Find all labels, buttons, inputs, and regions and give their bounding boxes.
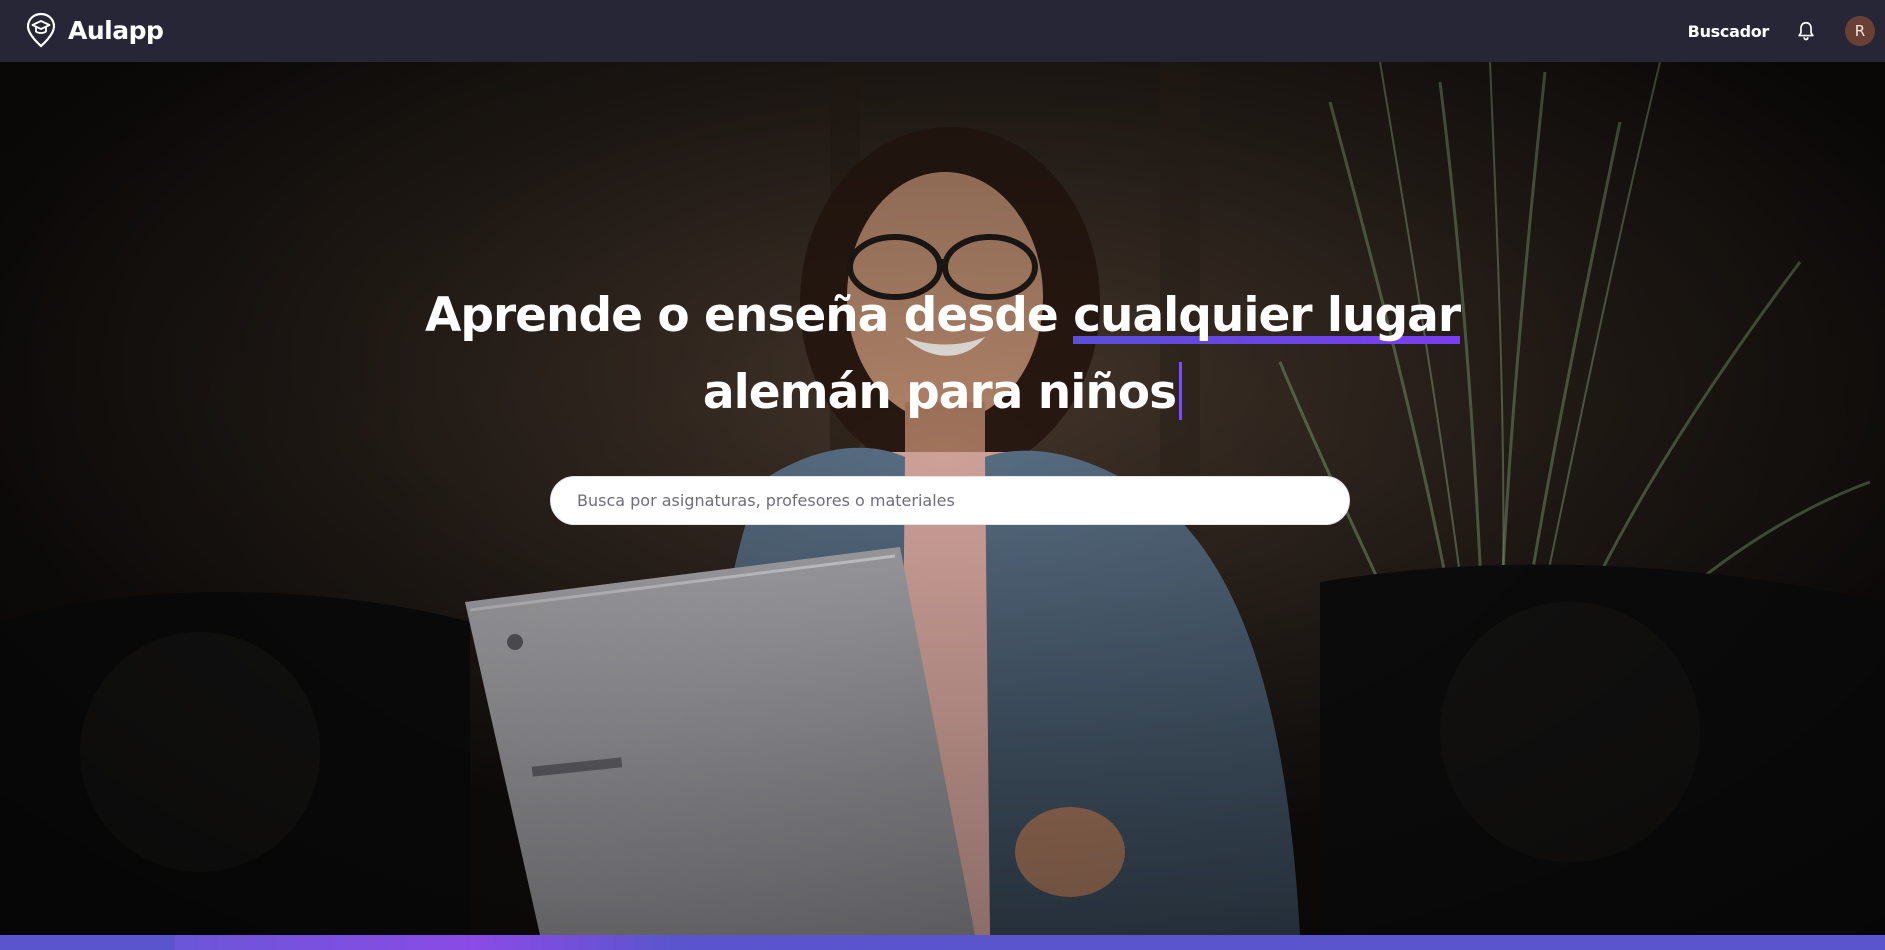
hero-search-bar[interactable] [550,476,1350,525]
headline-highlight: cualquier lugar [1073,286,1461,346]
search-input[interactable] [575,490,1325,511]
typed-subject-line: alemán para niños [0,362,1885,423]
bell-icon[interactable] [1795,20,1817,42]
brand-name: Aulapp [68,15,164,45]
typed-text: alemán para niños [702,365,1177,420]
search-nav-link[interactable]: Buscador [1688,22,1770,41]
hero-headline: Aprende o enseña desde cualquier lugar [0,286,1885,346]
headline-prefix: Aprende o enseña desde [424,288,1059,343]
top-navbar: Aulapp Buscador R [0,0,1885,62]
brand[interactable]: Aulapp [26,12,164,48]
bottom-accent-highlight [175,935,675,950]
nav-actions: Buscador R [1688,0,1885,62]
user-avatar[interactable]: R [1845,16,1875,46]
graduation-cap-pin-icon [26,12,56,48]
typing-caret [1179,362,1183,420]
